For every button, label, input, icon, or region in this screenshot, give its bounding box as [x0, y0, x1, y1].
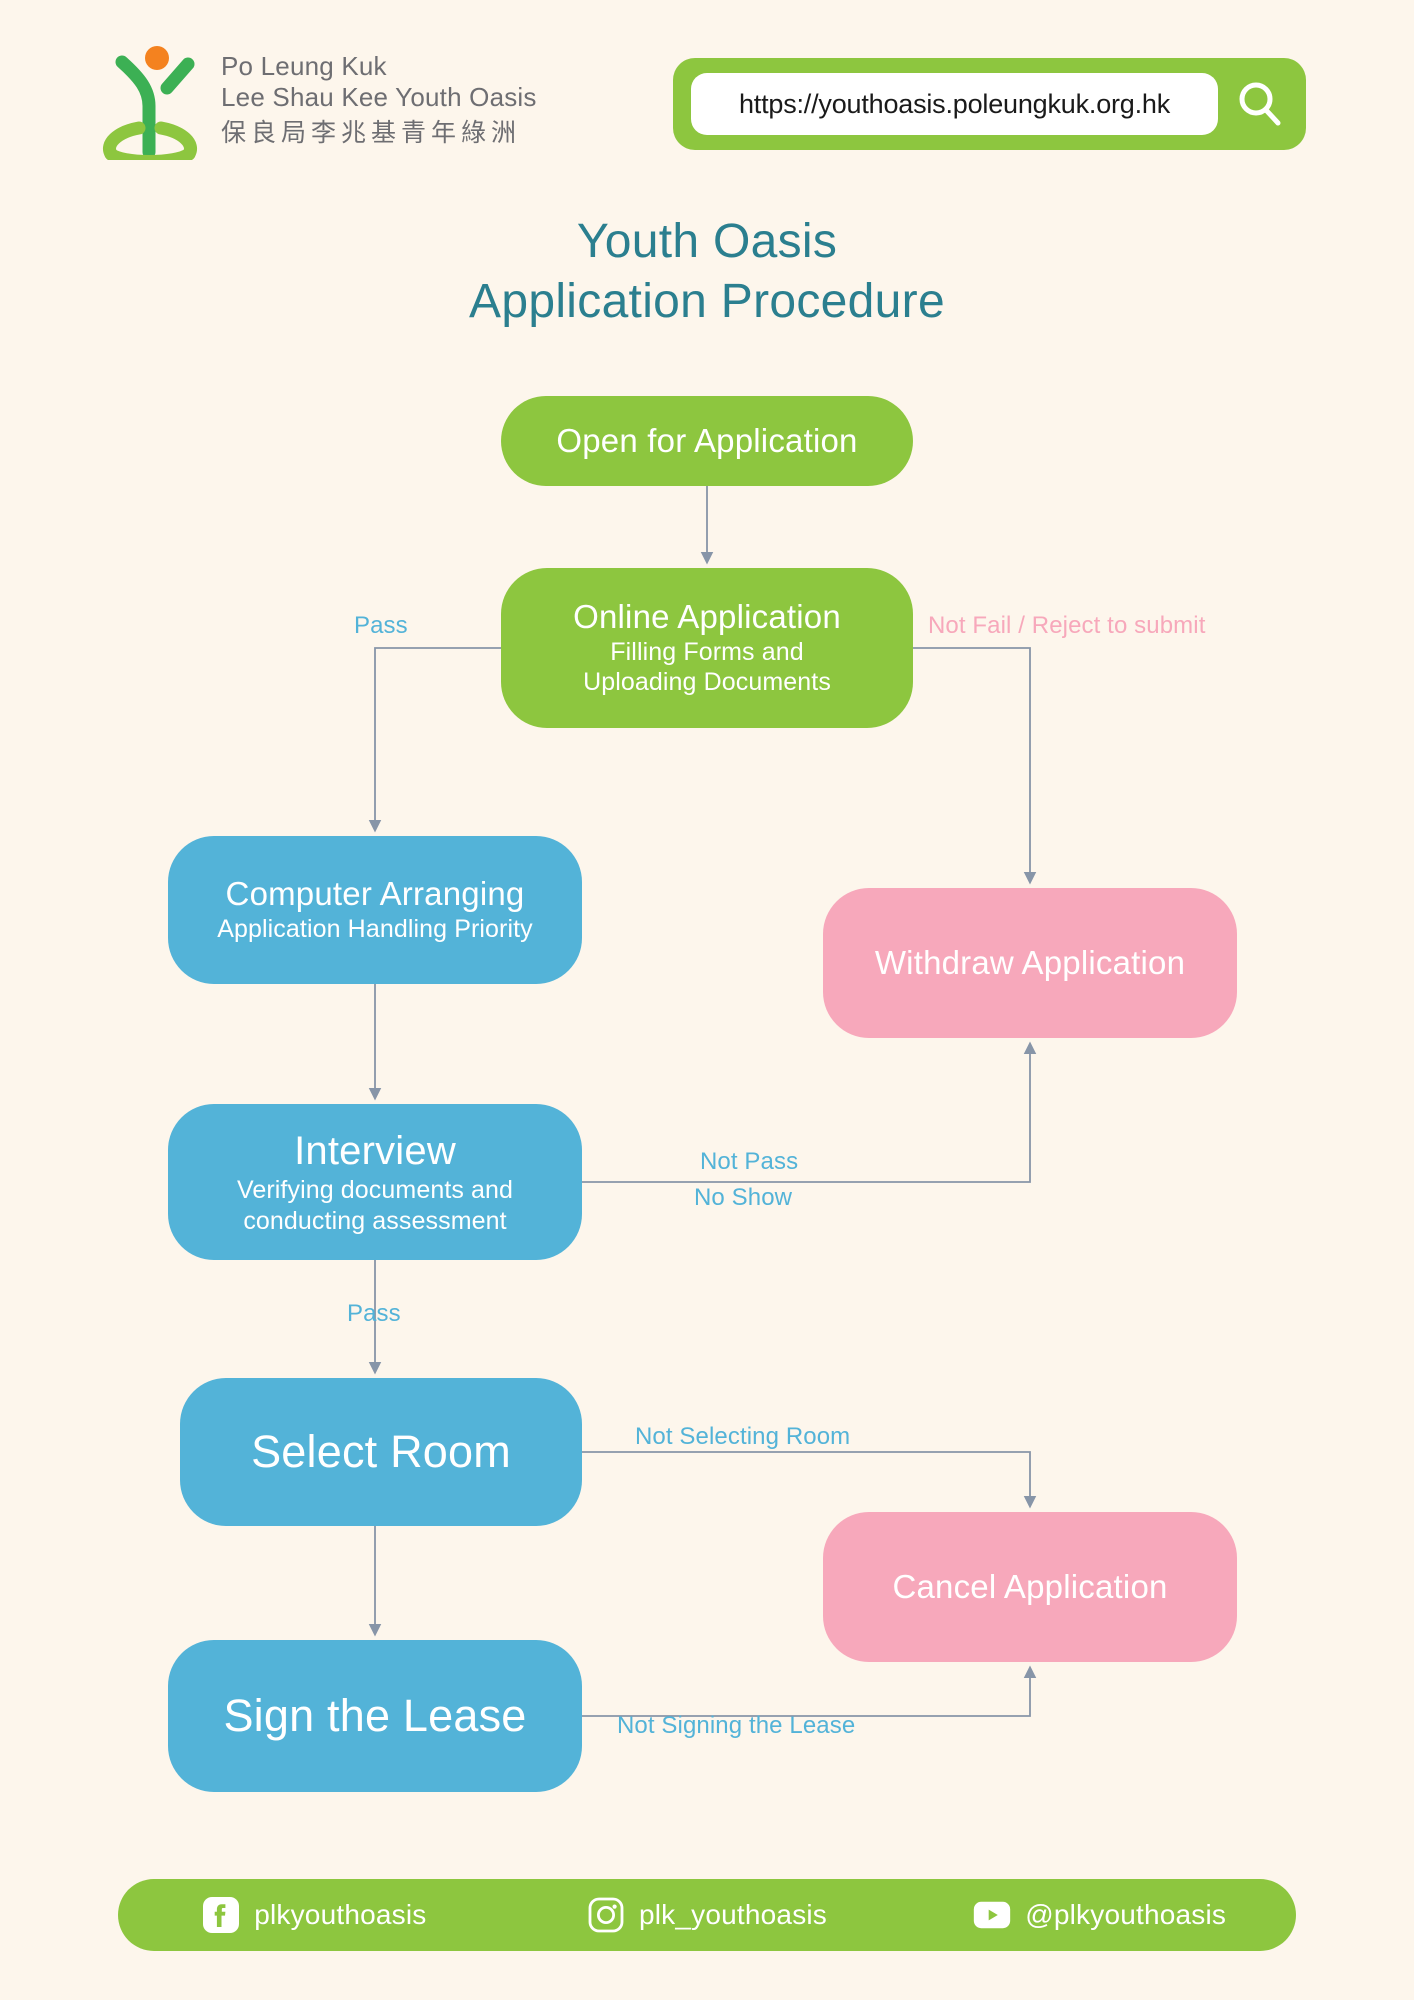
node-sign-the-lease[interactable]: Sign the Lease	[168, 1640, 582, 1792]
edge-online-to-computer	[368, 647, 501, 833]
edge-label-not-pass: Not Pass	[700, 1148, 799, 1175]
node-online-application[interactable]: Online Application Filling Forms and Upl…	[501, 568, 913, 728]
node-online-sub1: Filling Forms and	[610, 637, 804, 666]
node-interview[interactable]: Interview Verifying documents and conduc…	[168, 1104, 582, 1260]
node-cancel-label: Cancel Application	[892, 1567, 1168, 1605]
node-interview-sub1: Verifying documents and	[236, 1176, 514, 1205]
edge-label-no-show: No Show	[694, 1184, 793, 1211]
node-online-label: Online Application	[573, 598, 841, 636]
node-interview-sub2: conducting assessment	[243, 1206, 507, 1235]
facebook-icon	[203, 1897, 240, 1933]
youtube-icon	[974, 1901, 1011, 1929]
edge-label-not-fail-reject: Not Fail / Reject to submit	[928, 612, 1206, 639]
social-youtube[interactable]: @plkyouthoasis	[903, 1896, 1296, 1934]
facebook-handle: plkyouthoasis	[254, 1899, 427, 1930]
edge-select-to-cancel	[582, 1451, 1037, 1509]
node-computer-sub1: Application Handling Priority	[217, 915, 533, 944]
flowchart: Open for Application Online Application …	[0, 0, 1414, 2000]
instagram-handle: plk_youthoasis	[638, 1899, 828, 1930]
edge-label-pass-interview: Pass	[347, 1300, 401, 1327]
node-open-for-application[interactable]: Open for Application	[501, 396, 913, 486]
edge-label-not-selecting-room: Not Selecting Room	[635, 1423, 851, 1450]
social-instagram[interactable]: plk_youthoasis	[511, 1896, 904, 1934]
node-computer-arranging[interactable]: Computer Arranging Application Handling …	[168, 836, 582, 984]
edge-interview-to-withdraw	[582, 1041, 1037, 1183]
node-computer-label: Computer Arranging	[225, 875, 525, 913]
node-select-label: Select Room	[251, 1426, 511, 1478]
node-select-room[interactable]: Select Room	[180, 1378, 582, 1526]
edge-label-not-signing-lease: Not Signing the Lease	[617, 1712, 856, 1739]
node-online-sub2: Uploading Documents	[583, 668, 831, 697]
edge-label-pass-online: Pass	[354, 612, 408, 639]
youtube-handle: @plkyouthoasis	[1025, 1899, 1227, 1930]
social-footer-bar: plkyouthoasis plk_youthoasis @plkyouthoa…	[118, 1879, 1296, 1951]
edge-sign-to-cancel	[582, 1665, 1037, 1717]
node-withdraw-label: Withdraw Application	[874, 943, 1186, 981]
social-facebook[interactable]: plkyouthoasis	[118, 1896, 511, 1934]
instagram-icon	[588, 1897, 624, 1933]
node-withdraw-application[interactable]: Withdraw Application	[823, 888, 1237, 1038]
node-sign-label: Sign the Lease	[223, 1690, 527, 1742]
node-interview-label: Interview	[294, 1128, 456, 1173]
node-open-label: Open for Application	[556, 421, 858, 459]
node-cancel-application[interactable]: Cancel Application	[823, 1512, 1237, 1662]
poster-root: Po Leung Kuk Lee Shau Kee Youth Oasis 保良…	[0, 0, 1414, 2000]
edge-online-to-withdraw	[913, 647, 1037, 885]
